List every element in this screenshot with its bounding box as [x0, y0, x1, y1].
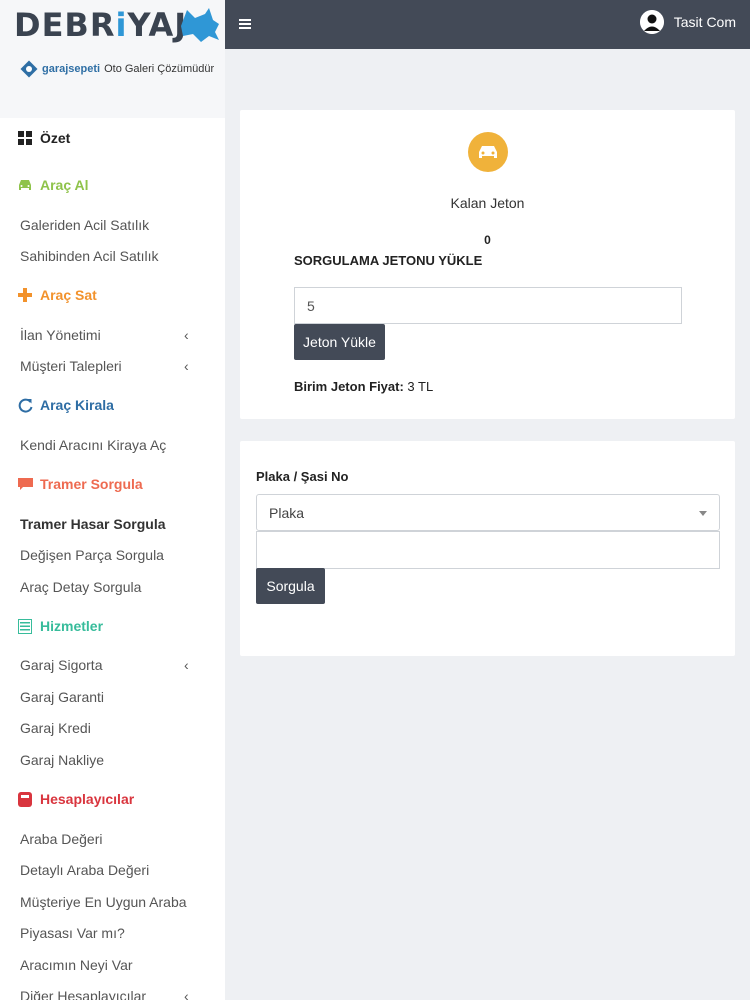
calculator-icon: [17, 791, 33, 807]
car-icon: [17, 177, 33, 193]
plaka-label: Plaka / Şasi No: [256, 469, 349, 484]
sorgula-button[interactable]: Sorgula: [256, 568, 325, 604]
chevron-left-icon: ‹: [184, 327, 189, 343]
sidebar-item-musteri-talepleri[interactable]: Müşteri Talepleri ‹: [0, 357, 225, 375]
user-name: Tasit Com: [673, 14, 736, 30]
sidebar-section-arac-al[interactable]: Araç Al: [0, 176, 225, 194]
jeton-amount-input[interactable]: [294, 287, 682, 324]
garajsepeti-logo-icon: [20, 60, 38, 78]
sidebar-item-degisen-parca[interactable]: Değişen Parça Sorgula: [0, 546, 225, 564]
sidebar-item-label: Müşteri Talepleri: [20, 358, 122, 374]
sidebar-item-label: Garaj Sigorta: [20, 657, 103, 673]
list-table-icon: [17, 618, 33, 634]
sidebar-item-label: Kendi Aracını Kiraya Aç: [20, 437, 167, 453]
sidebar-item-galeriden-acil[interactable]: Galeriden Acil Satılık: [0, 216, 225, 234]
sidebar-item-garaj-kredi[interactable]: Garaj Kredi: [0, 719, 225, 737]
sidebar-item-diger-hesaplayicilar[interactable]: Diğer Hesaplayıcılar ‹: [0, 987, 225, 1000]
sidebar-item-label: Araba Değeri: [20, 831, 103, 847]
sidebar-section-label: Araç Kirala: [40, 397, 114, 413]
sidebar-item-label: Garaj Garanti: [20, 689, 105, 705]
sidebar-item-araba-degeri[interactable]: Araba Değeri: [0, 830, 225, 848]
chevron-left-icon: ‹: [184, 657, 189, 673]
sidebar-item-label: İlan Yönetimi: [20, 327, 101, 343]
brand-header[interactable]: DEBRiYAJ garajsepeti Oto Galeri Çözümüdü…: [0, 0, 225, 118]
sidebar-item-label: Galeriden Acil Satılık: [20, 217, 150, 233]
brand-title: DEBRiYAJ: [14, 6, 188, 44]
sidebar-section-hizmetler[interactable]: Hizmetler: [0, 617, 225, 635]
sidebar: DEBRiYAJ garajsepeti Oto Galeri Çözümüdü…: [0, 0, 225, 1000]
sidebar-section-arac-kirala[interactable]: Araç Kirala: [0, 396, 225, 414]
sidebar-item-label: Garaj Kredi: [20, 720, 91, 736]
sidebar-item-tramer-hasar[interactable]: Tramer Hasar Sorgula: [0, 515, 225, 533]
sidebar-item-arac-detay[interactable]: Araç Detay Sorgula: [0, 578, 225, 596]
brand-sub-name: garajsepeti: [42, 63, 101, 75]
refresh-icon: [17, 397, 33, 413]
sidebar-item-garaj-nakliye[interactable]: Garaj Nakliye: [0, 751, 225, 769]
sidebar-item-label: Garaj Nakliye: [20, 752, 105, 768]
sidebar-item-label: Aracımın Neyi Var: [20, 957, 133, 973]
topbar: Tasit Com: [225, 0, 750, 49]
jeton-section-title: SORGULAMA JETONU YÜKLE: [294, 253, 483, 268]
birim-fiyat: Birim Jeton Fiyat: 3 TL: [294, 379, 433, 394]
sidebar-section-tramer[interactable]: Tramer Sorgula: [0, 475, 225, 493]
sidebar-item-label: Piyasası Var mı?: [20, 925, 125, 941]
sidebar-item-piyasasi-var-mi[interactable]: Piyasası Var mı?: [0, 924, 225, 942]
comment-icon: [17, 476, 33, 492]
sidebar-section-label: Tramer Sorgula: [40, 476, 143, 492]
sidebar-item-label: Özet: [40, 130, 71, 146]
car-coin-icon: [468, 132, 508, 172]
sidebar-item-label: Tramer Hasar Sorgula: [20, 516, 166, 532]
sidebar-section-label: Hesaplayıcılar: [40, 791, 135, 807]
jeton-card: Kalan Jeton 0 SORGULAMA JETONU YÜKLE Jet…: [240, 110, 735, 419]
chevron-left-icon: ‹: [184, 358, 189, 374]
plaka-type-select[interactable]: Plaka: [256, 494, 720, 531]
plaka-card: Plaka / Şasi No Plaka Sorgula: [240, 441, 735, 656]
sidebar-item-sahibinden-acil[interactable]: Sahibinden Acil Satılık: [0, 247, 225, 265]
sidebar-section-hesaplayicilar[interactable]: Hesaplayıcılar: [0, 790, 225, 808]
sidebar-item-garaj-garanti[interactable]: Garaj Garanti: [0, 688, 225, 706]
kalan-jeton-value: 0: [484, 233, 491, 247]
sidebar-item-detayli-araba-degeri[interactable]: Detaylı Araba Değeri: [0, 861, 225, 879]
plaka-select-value: Plaka: [269, 504, 305, 521]
sidebar-item-en-uygun-araba[interactable]: Müşteriye En Uygun Araba: [0, 893, 225, 911]
sidebar-item-ilan-yonetimi[interactable]: İlan Yönetimi ‹: [0, 326, 225, 344]
sidebar-section-label: Araç Sat: [40, 287, 97, 303]
plaka-input[interactable]: [256, 531, 720, 569]
sidebar-item-kiraya-ac[interactable]: Kendi Aracını Kiraya Aç: [0, 436, 225, 454]
sidebar-item-aracimin-neyi-var[interactable]: Aracımın Neyi Var: [0, 956, 225, 974]
sidebar-section-label: Araç Al: [40, 177, 89, 193]
sidebar-item-label: Araç Detay Sorgula: [20, 579, 142, 595]
hamburger-icon[interactable]: [239, 14, 251, 35]
avatar-icon: [639, 10, 664, 34]
brand-car-logo-icon: [181, 8, 219, 42]
sidebar-item-label: Değişen Parça Sorgula: [20, 547, 164, 563]
birim-fiyat-value: 3 TL: [403, 379, 434, 394]
sidebar-item-label: Diğer Hesaplayıcılar: [20, 988, 147, 1000]
sidebar-item-garaj-sigorta[interactable]: Garaj Sigorta ‹: [0, 656, 225, 674]
chevron-left-icon: ‹: [184, 988, 189, 1000]
sidebar-item-label: Detaylı Araba Değeri: [20, 862, 150, 878]
jeton-yukle-button[interactable]: Jeton Yükle: [294, 324, 385, 360]
brand-sub-text: Oto Galeri Çözümüdür: [104, 63, 215, 75]
kalan-jeton-label: Kalan Jeton: [450, 195, 525, 211]
sidebar-section-label: Hizmetler: [40, 618, 104, 634]
caret-down-icon: [699, 511, 707, 516]
birim-fiyat-label: Birim Jeton Fiyat:: [294, 379, 404, 394]
sidebar-item-label: Sahibinden Acil Satılık: [20, 248, 159, 264]
grid-icon: [17, 130, 33, 146]
sidebar-section-arac-sat[interactable]: Araç Sat: [0, 286, 225, 304]
plus-icon: [17, 287, 33, 303]
sidebar-item-label: Müşteriye En Uygun Araba: [20, 894, 187, 910]
brand-sub: garajsepeti Oto Galeri Çözümüdür: [20, 60, 214, 78]
sidebar-item-ozet[interactable]: Özet: [0, 129, 225, 147]
user-menu[interactable]: Tasit Com: [639, 10, 736, 34]
